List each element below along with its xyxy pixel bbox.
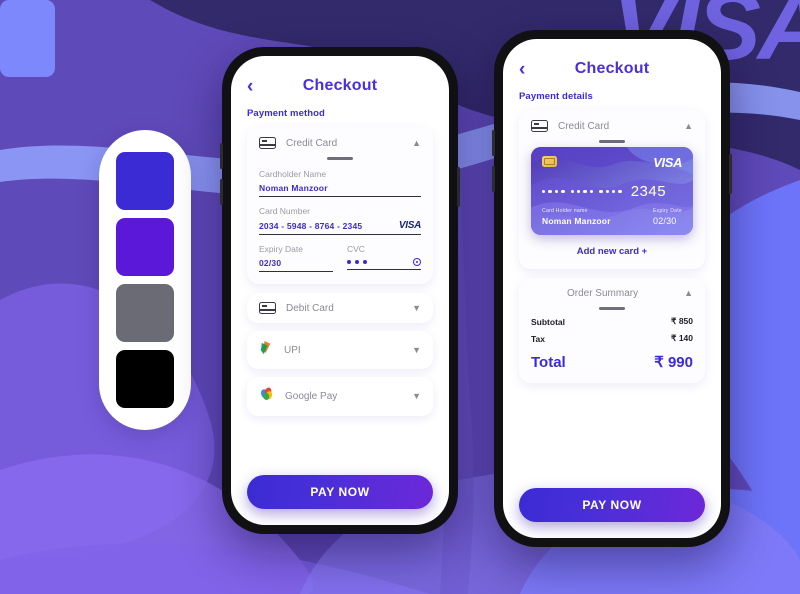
chevron-down-icon[interactable]: ▼ xyxy=(412,392,421,401)
credit-card-label: Credit Card xyxy=(558,120,610,132)
card-last-four: 2345 xyxy=(630,183,667,200)
order-line-value: ₹ 850 xyxy=(671,316,693,326)
card-number-value: 2034 - 5948 - 8764 - 2345 xyxy=(259,220,363,231)
add-new-card-button[interactable]: Add new card + xyxy=(531,246,693,257)
chevron-up-icon[interactable]: ▲ xyxy=(684,289,693,298)
cardholder-name-value: Noman Manzoor xyxy=(259,183,328,193)
drag-handle[interactable] xyxy=(327,157,353,160)
card-expiry-block: Expiry Date 02/30 xyxy=(653,208,682,226)
phone-mockup-payment-details: ‹ Checkout Payment details Credit Card ▲ xyxy=(492,30,732,547)
card-holder-block: Card Holder name Noman Manzoor xyxy=(542,208,611,226)
phone1-topbar: ‹ Checkout xyxy=(247,64,433,108)
credit-card-icon xyxy=(259,137,276,149)
credit-card-icon xyxy=(531,120,548,132)
phone2-volume-button-2 xyxy=(492,166,495,192)
upi-icon xyxy=(259,340,274,360)
method-label: Google Pay xyxy=(285,391,338,402)
card-number-masked: 2345 xyxy=(542,183,682,200)
section-label-payment-method: Payment method xyxy=(247,108,325,119)
phone2-screen: ‹ Checkout Payment details Credit Card ▲ xyxy=(503,39,721,538)
chevron-up-icon[interactable]: ▲ xyxy=(684,121,693,131)
order-summary-title: Order Summary xyxy=(566,288,639,299)
phone2-topbar: ‹ Checkout xyxy=(519,47,705,91)
cvc-field[interactable]: CVC xyxy=(347,244,421,272)
visa-brand-icon: VISA xyxy=(398,220,421,231)
card-holder-value: Noman Manzoor xyxy=(542,216,611,226)
phone1-volume-button xyxy=(220,143,223,169)
masked-group-1 xyxy=(542,189,565,194)
order-line-value: ₹ 140 xyxy=(671,333,693,343)
phone1-power-button xyxy=(457,167,460,207)
order-summary-header[interactable]: Order Summary ▲ xyxy=(531,288,693,299)
card-number-field[interactable]: Card Number 2034 - 5948 - 8764 - 2345 VI… xyxy=(259,206,421,235)
chevron-down-icon[interactable]: ▼ xyxy=(412,303,421,313)
order-total-value: ₹ 990 xyxy=(654,354,693,371)
color-palette-card xyxy=(99,130,191,430)
chevron-up-icon[interactable]: ▲ xyxy=(412,138,421,148)
cvc-masked-value xyxy=(347,260,367,264)
page-title: Checkout xyxy=(302,77,378,94)
swatch-purple xyxy=(116,218,174,276)
phone1-screen: ‹ Checkout Payment method Credit Card ▲ … xyxy=(231,56,449,525)
order-line-subtotal: Subtotal ₹ 850 xyxy=(531,316,693,327)
order-line-tax: Tax ₹ 140 xyxy=(531,333,693,344)
order-summary-panel[interactable]: Order Summary ▲ Subtotal ₹ 850 Tax ₹ 140… xyxy=(519,278,705,383)
pay-now-button[interactable]: PAY NOW xyxy=(247,475,433,509)
method-row-google-pay[interactable]: Google Pay ▼ xyxy=(247,377,433,416)
google-pay-icon xyxy=(259,386,275,407)
card-chip-icon xyxy=(542,156,557,167)
credit-card-panel[interactable]: Credit Card ▲ VISA 2345 Card Holder name… xyxy=(519,110,705,269)
card-expiry-value: 02/30 xyxy=(652,216,677,226)
method-label: UPI xyxy=(284,344,301,356)
saved-card-visual[interactable]: VISA 2345 Card Holder name Noman Manzoor xyxy=(531,147,693,235)
chevron-down-icon[interactable]: ▼ xyxy=(412,345,421,355)
phone2-volume-button xyxy=(492,130,495,156)
pay-now-button[interactable]: PAY NOW xyxy=(519,488,705,522)
page-title: Checkout xyxy=(574,60,650,77)
eye-icon[interactable] xyxy=(413,258,421,266)
phone-mockup-payment-method: ‹ Checkout Payment method Credit Card ▲ … xyxy=(220,47,460,534)
expiry-date-value: 02/30 xyxy=(259,258,282,268)
card-expiry-caption: Expiry Date xyxy=(652,208,682,214)
phone2-power-button xyxy=(729,154,732,194)
credit-card-panel[interactable]: Credit Card ▲ Cardholder Name Noman Manz… xyxy=(247,127,433,284)
order-line-label: Tax xyxy=(531,333,546,344)
credit-card-header[interactable]: Credit Card ▲ xyxy=(259,137,421,149)
phone1-volume-button-2 xyxy=(220,179,223,205)
swatch-gray xyxy=(116,284,174,342)
cardholder-name-caption: Cardholder Name xyxy=(259,169,327,179)
swatch-black xyxy=(116,350,174,408)
order-total-label: Total xyxy=(531,354,566,371)
expiry-date-caption: Expiry Date xyxy=(259,244,303,254)
masked-group-2 xyxy=(570,189,594,194)
method-row-upi[interactable]: UPI ▼ xyxy=(247,331,433,369)
credit-card-icon xyxy=(259,302,276,314)
expiry-date-field[interactable]: Expiry Date 02/30 xyxy=(259,244,333,272)
order-line-label: Subtotal xyxy=(531,316,565,327)
drag-handle[interactable] xyxy=(599,140,625,143)
credit-card-label: Credit Card xyxy=(286,137,338,149)
method-label: Debit Card xyxy=(286,302,334,314)
section-label-payment-details: Payment details xyxy=(519,91,593,102)
swatch-blue-violet xyxy=(116,152,174,210)
method-row-debit-card[interactable]: Debit Card ▼ xyxy=(247,293,433,323)
visa-brand-icon: VISA xyxy=(653,155,682,170)
cardholder-name-field[interactable]: Cardholder Name Noman Manzoor xyxy=(259,169,421,197)
drag-handle[interactable] xyxy=(599,307,625,310)
cvc-caption: CVC xyxy=(347,244,365,254)
credit-card-header[interactable]: Credit Card ▲ xyxy=(531,120,693,132)
masked-group-3 xyxy=(599,189,622,194)
card-number-caption: Card Number xyxy=(259,206,311,216)
order-total-row: Total ₹ 990 xyxy=(531,353,693,371)
card-holder-caption: Card Holder name xyxy=(542,208,588,214)
